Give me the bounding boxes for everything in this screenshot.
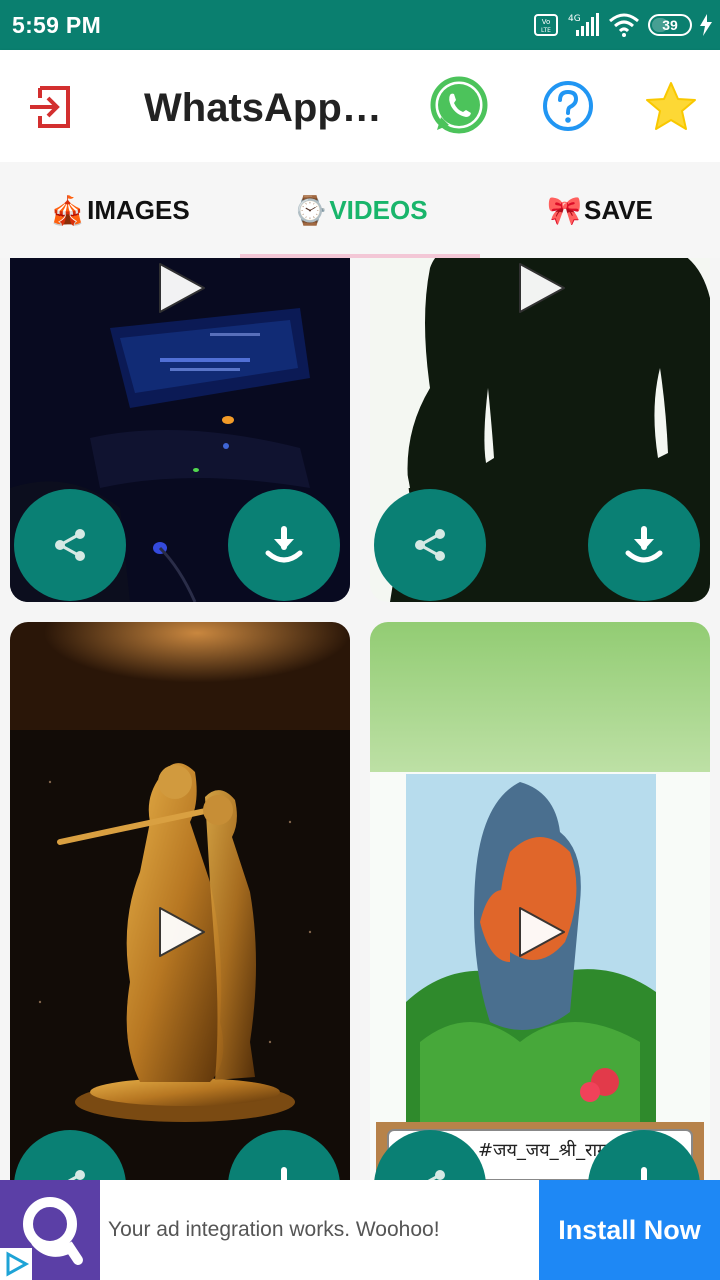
ad-text: Your ad integration works. Woohoo! xyxy=(108,1218,440,1241)
video-grid: #जय_जय_श्री_राम xyxy=(0,258,720,1180)
video-card[interactable] xyxy=(10,622,350,1180)
app-title: WhatsApp… xyxy=(144,86,382,130)
play-icon[interactable] xyxy=(150,902,210,962)
download-button[interactable] xyxy=(228,489,340,601)
download-icon xyxy=(625,526,663,563)
status-icons: Vo LTE 4G 39 xyxy=(534,10,712,40)
download-button[interactable] xyxy=(588,489,700,601)
status-time: 5:59 PM xyxy=(12,12,102,38)
wifi-icon xyxy=(609,13,639,37)
help-icon[interactable] xyxy=(542,80,594,132)
exit-icon[interactable] xyxy=(24,82,74,132)
install-now-button[interactable]: Install Now xyxy=(539,1180,720,1280)
battery-level: 39 xyxy=(662,17,678,33)
whatsapp-icon[interactable] xyxy=(428,75,490,137)
video-caption: #जय_जय_श्री_राम xyxy=(478,1140,608,1161)
svg-text:LTE: LTE xyxy=(541,27,551,34)
share-icon xyxy=(415,529,445,561)
volte-icon: VoLTE xyxy=(534,14,558,36)
tab-images-label: IMAGES xyxy=(87,194,190,225)
video-card[interactable] xyxy=(10,258,350,602)
download-icon xyxy=(265,526,303,563)
share-icon xyxy=(427,1170,445,1180)
app-bar: WhatsApp… xyxy=(0,50,720,162)
video-thumbnail xyxy=(370,622,710,1180)
download-icon xyxy=(641,1167,647,1180)
adchoices-icon[interactable] xyxy=(0,1248,32,1280)
battery-icon: 39 xyxy=(648,14,692,36)
ad-banner[interactable]: Your ad integration works. Woohoo! Insta… xyxy=(0,1180,720,1280)
tab-videos-label: VIDEOS xyxy=(329,194,428,225)
share-button[interactable] xyxy=(14,489,126,601)
circus-tent-icon: 🎪 xyxy=(50,194,86,226)
tab-bar: 🎪 IMAGES ⌚ VIDEOS 🎀 SAVE xyxy=(0,162,720,258)
video-thumbnail xyxy=(10,622,350,1180)
status-bar: 5:59 PM Vo LTE 4G 39 xyxy=(0,0,720,50)
share-icon xyxy=(67,1170,85,1180)
video-card[interactable] xyxy=(370,258,710,602)
download-icon xyxy=(281,1167,287,1180)
tab-images[interactable]: 🎪 IMAGES xyxy=(0,162,240,258)
tab-videos[interactable]: ⌚ VIDEOS xyxy=(240,162,480,258)
video-card[interactable]: #जय_जय_श्री_राम xyxy=(370,622,710,1180)
share-button[interactable] xyxy=(374,489,486,601)
play-icon[interactable] xyxy=(510,258,570,318)
ribbon-icon: 🎀 xyxy=(547,194,582,226)
star-icon[interactable] xyxy=(644,80,698,134)
share-icon xyxy=(55,529,85,561)
network-label: 4G xyxy=(568,14,581,24)
svg-text:Vo: Vo xyxy=(542,18,551,26)
tab-save[interactable]: 🎀 SAVE xyxy=(480,162,720,258)
play-icon[interactable] xyxy=(150,258,210,318)
tab-save-label: SAVE xyxy=(584,194,653,225)
signal-icon: 4G xyxy=(568,13,599,36)
play-icon[interactable] xyxy=(510,902,570,962)
charging-icon xyxy=(700,14,712,36)
watch-icon: ⌚ xyxy=(292,194,328,226)
